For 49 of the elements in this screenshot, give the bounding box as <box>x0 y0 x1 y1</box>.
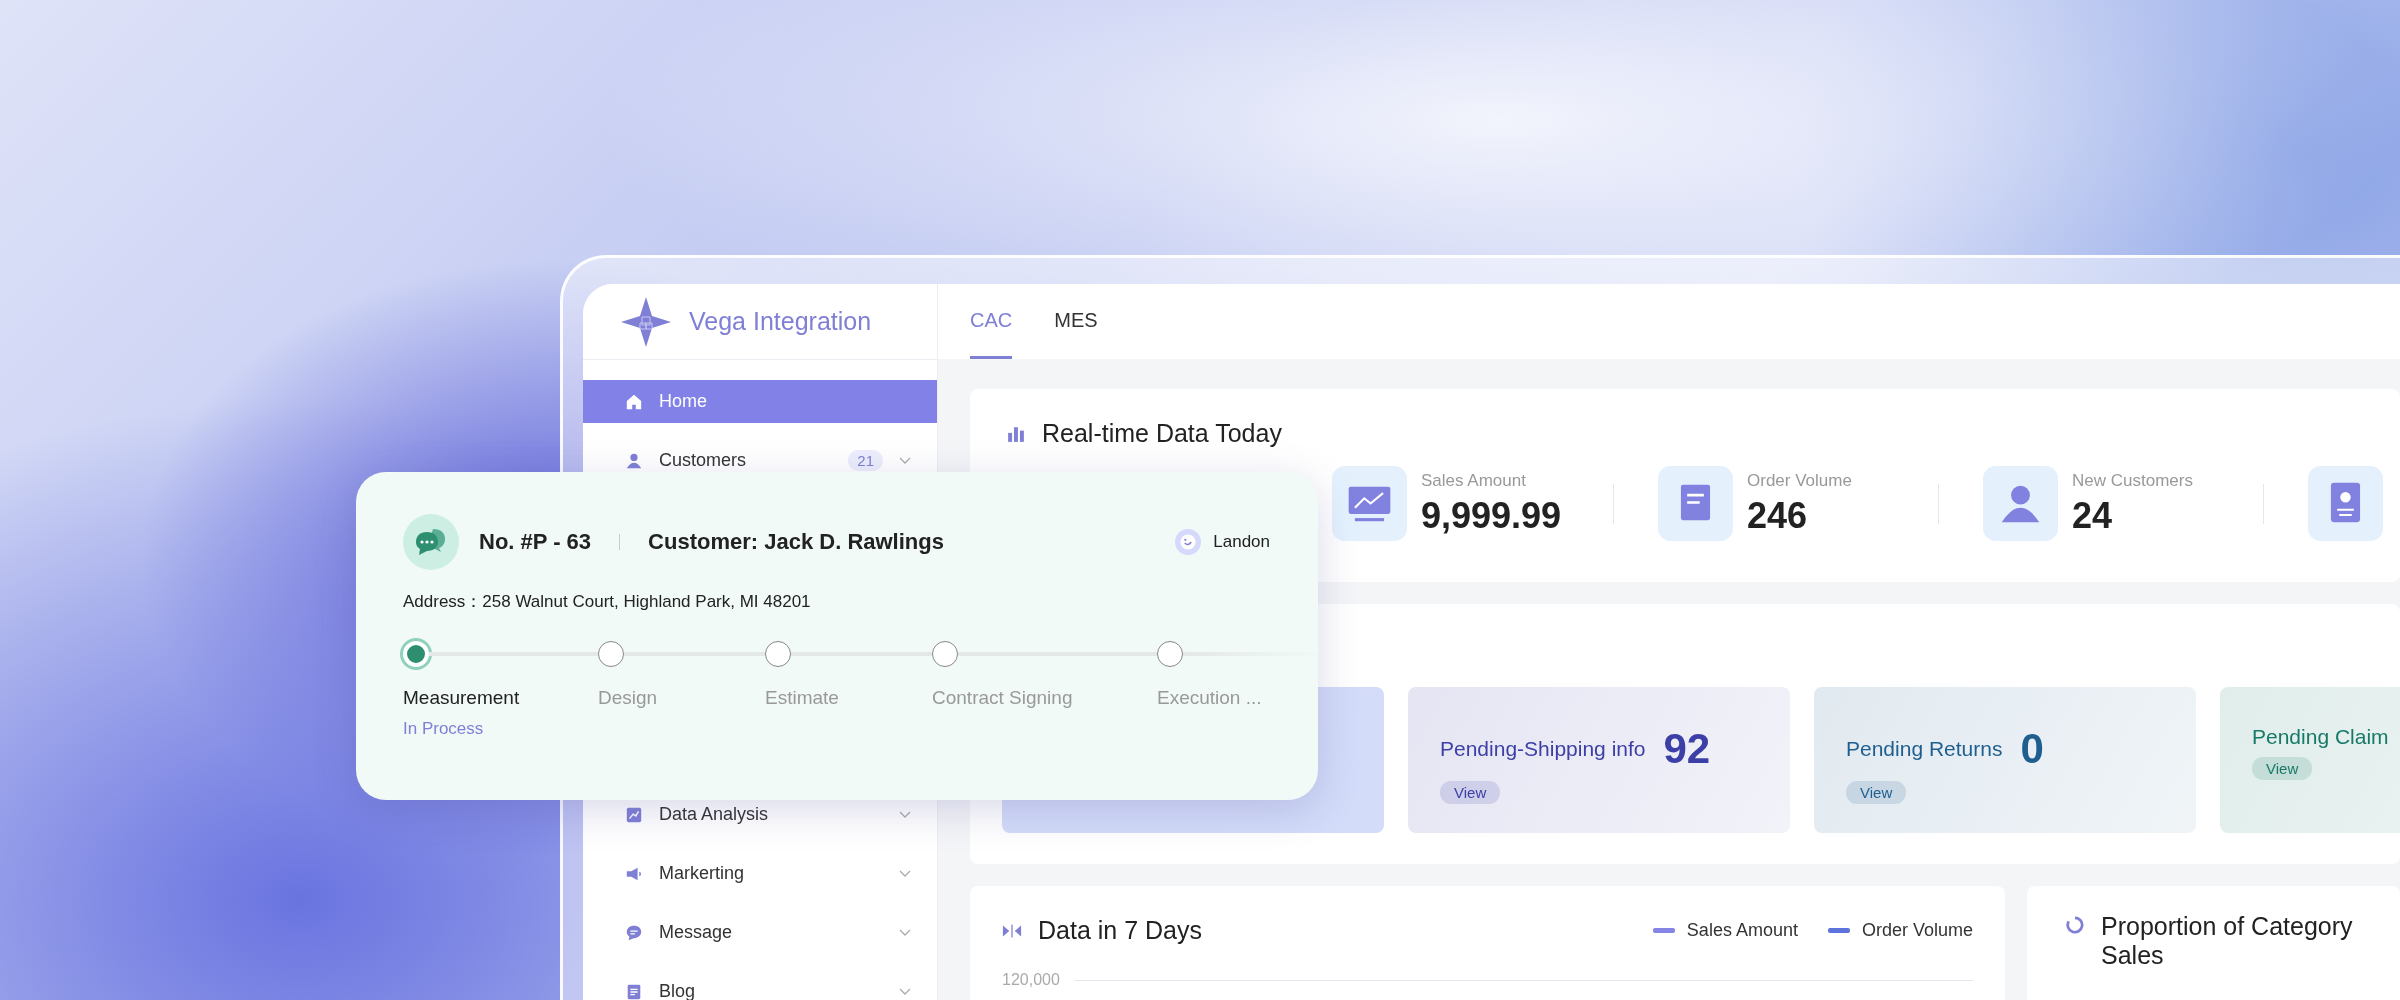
stat-label: New Customers <box>2072 470 2193 491</box>
id-card-icon <box>2308 466 2383 541</box>
card-title: Real-time Data Today <box>1042 419 1282 448</box>
sidebar-item[interactable]: Blog <box>583 970 937 1000</box>
count-badge: 21 <box>848 450 883 471</box>
stat-value: 24 <box>2072 494 2114 537</box>
sidebar-item[interactable]: Message <box>583 911 937 954</box>
ring-chart-icon <box>2065 916 2085 934</box>
legend-label: Order Volume <box>1861 920 1973 941</box>
legend-label: Sales Amount <box>1686 920 1798 941</box>
view-button[interactable]: View <box>1846 781 1907 804</box>
document-icon <box>1658 466 1733 541</box>
step-status: In Process <box>403 719 485 739</box>
sidebar-item[interactable]: Markerting <box>583 852 937 895</box>
home-icon <box>625 392 643 411</box>
monitor-chart-icon <box>1332 466 1407 541</box>
tab[interactable]: CAC <box>970 284 1013 359</box>
card-title: Data in 7 Days <box>1038 916 1202 945</box>
stat-label: Sales Amount <box>1421 470 1527 491</box>
customer-name: Customer: Jack D. Rawlings <box>648 529 944 555</box>
stat-value: 9,999.99 <box>1421 494 1562 537</box>
card-title: Proportion of Category Sales <box>2101 912 2354 970</box>
chat-bubble-icon <box>625 923 643 942</box>
pending-title: Pending Returns <box>1846 737 2003 761</box>
view-button[interactable]: View <box>2252 757 2313 780</box>
step-label: Design <box>598 687 659 709</box>
address-text: Address：258 Walnut Court, Highland Park, MI 48201 <box>403 591 812 613</box>
view-button[interactable]: View <box>1440 781 1501 804</box>
step-label: Contract Signing <box>932 687 1074 709</box>
tab[interactable]: MES <box>1054 284 1098 359</box>
pending-title: Pending-Shipping info <box>1440 737 1646 761</box>
stat-value: 246 <box>1747 494 1809 537</box>
chat-bubbles-icon <box>403 514 459 570</box>
axis-tick-label: 120,000 <box>1002 971 1060 989</box>
avatar-icon <box>1175 529 1202 555</box>
step-label: Measurement <box>403 687 521 709</box>
person-icon <box>1983 466 2058 541</box>
assignee-name: Landon <box>1213 532 1270 552</box>
pending-count: 92 <box>1663 725 1711 773</box>
step-label: Estimate <box>765 687 840 709</box>
step-label: Execution ... <box>1157 687 1263 709</box>
order-number: No. #P - 63 <box>479 529 592 555</box>
brand-name: Vega Integration <box>689 307 872 336</box>
bar-chart-icon <box>1006 424 1026 443</box>
chart-icon <box>625 805 643 824</box>
person-icon <box>625 451 643 470</box>
stat-label: Order Volume <box>1747 470 1852 491</box>
pending-title: Pending Claim <box>2252 725 2389 749</box>
pending-count: 0 <box>2020 725 2044 773</box>
